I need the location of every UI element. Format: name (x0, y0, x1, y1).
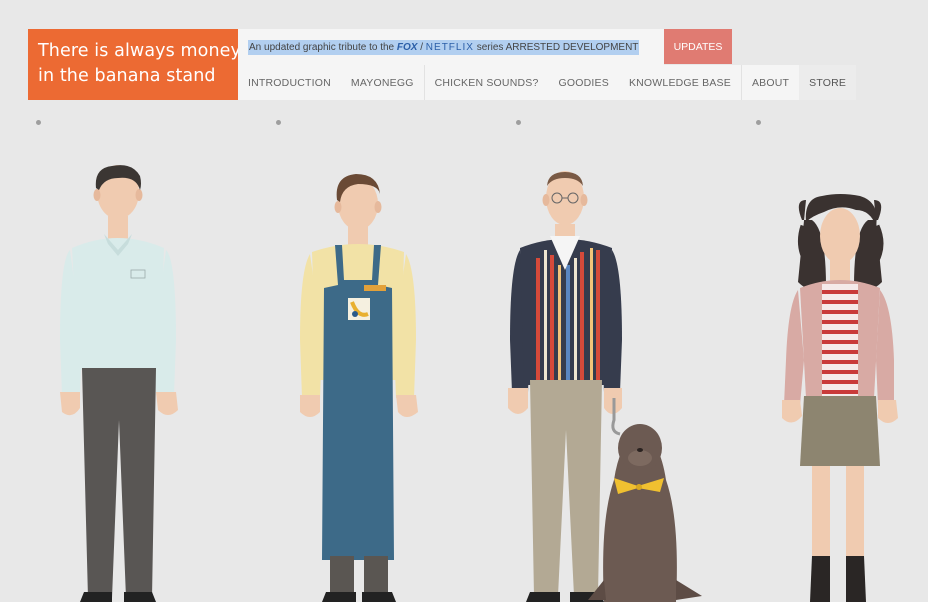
character-michael[interactable] (60, 165, 178, 602)
seal-illustration[interactable] (588, 424, 702, 602)
character-illustrations (60, 165, 898, 602)
character-maeby[interactable] (782, 194, 898, 602)
character-george-michael[interactable] (300, 174, 418, 602)
